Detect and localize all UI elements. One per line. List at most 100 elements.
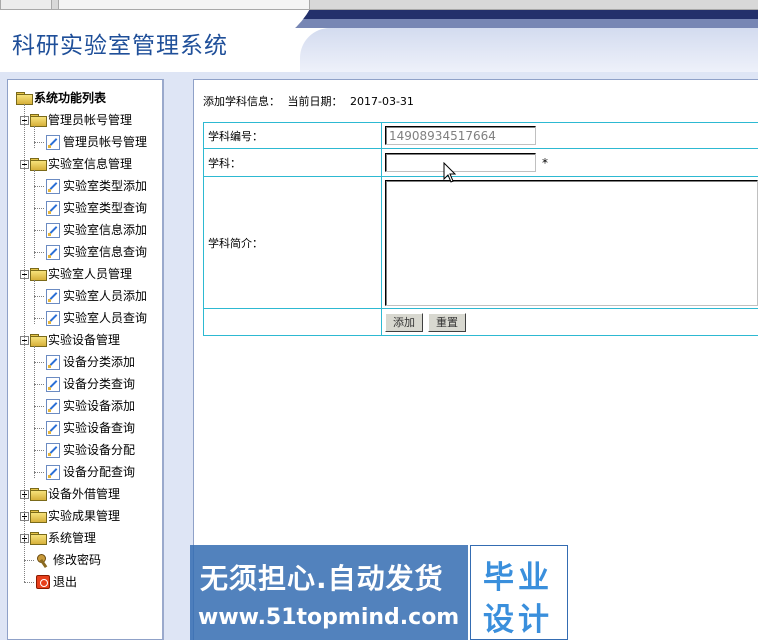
tree-connector-line [34,346,35,478]
watermark-logo-line2: 设计 [483,602,553,638]
sidebar-item-label: 实验室信息查询 [63,245,148,259]
watermark-logo-line1: 毕业 [483,560,553,596]
edit-page-icon [46,464,60,480]
sidebar-item-label: 实验室信息添加 [63,223,148,237]
form-row-name: 学科： * [204,149,758,177]
sidebar-group-label: 系统管理 [48,531,97,545]
sidebar-item-label: 实验室类型添加 [63,179,148,193]
folder-icon [30,158,47,171]
edit-page-icon [46,134,60,150]
browser-tab-active[interactable] [58,0,310,10]
tree-connector-line [34,142,44,143]
header-band-dark [240,10,758,19]
sidebar-group-4[interactable]: 设备外借管理 [20,484,120,504]
sidebar-item-3-0[interactable]: 设备分类添加 [46,352,135,372]
tree-connector-line [34,126,35,148]
sidebar-item-3-3[interactable]: 实验设备查询 [46,418,135,438]
edit-page-icon [46,200,60,216]
actions-cell: 添加 重置 [382,309,758,335]
edit-page-icon [46,420,60,436]
key-icon [36,553,50,568]
folder-icon [30,488,47,501]
tree-connector-line [34,406,44,407]
logout-label: 退出 [53,575,78,589]
sidebar-item-1-0[interactable]: 实验室类型添加 [46,176,147,196]
edit-page-icon [46,310,60,326]
edit-page-icon [46,442,60,458]
sidebar-item-2-1[interactable]: 实验室人员查询 [46,308,147,328]
actions-label-cell [204,309,382,335]
sidebar-item-3-2[interactable]: 实验设备添加 [46,396,135,416]
sidebar-item-2-0[interactable]: 实验室人员添加 [46,286,147,306]
sidebar-item-3-1[interactable]: 设备分类查询 [46,374,135,394]
sidebar-item-logout[interactable]: 退出 [36,572,77,592]
current-date-value: 2017-03-31 [350,95,414,108]
tree-connector-line [34,450,44,451]
tree-connector-line [34,318,44,319]
edit-page-icon [46,398,60,414]
sidebar-group-2[interactable]: 实验室人员管理 [20,264,132,284]
tree-root[interactable]: 系统功能列表 [16,88,106,108]
folder-icon [30,334,47,347]
sidebar-item-0-0[interactable]: 管理员帐号管理 [46,132,147,152]
edit-page-icon [46,354,60,370]
browser-tab-previous[interactable] [0,0,52,10]
sidebar-group-6[interactable]: 系统管理 [20,528,96,548]
subject-intro-textarea[interactable] [385,179,758,306]
watermark-logo-box: 毕业 设计 [470,545,568,640]
subject-code-field[interactable] [385,126,536,145]
sidebar-item-1-2[interactable]: 实验室信息添加 [46,220,147,240]
tree-connector-line [34,384,44,385]
add-button[interactable]: 添加 [385,312,423,332]
sidebar-item-3-4[interactable]: 实验设备分配 [46,440,135,460]
sidebar-item-label: 实验设备分配 [63,443,136,457]
sidebar-item-label: 实验室人员添加 [63,289,148,303]
sidebar-item-label: 实验室人员查询 [63,311,148,325]
tree-connector-line [34,252,44,253]
tree-connector-line [24,560,34,561]
sidebar-nav: 系统功能列表 管理员帐号管理 管理员帐号管理 实验室信息管理 实验室类型添加 实验室类型查… [7,79,164,640]
intro-label: 学科简介： [204,177,382,308]
folder-icon [30,510,47,523]
sidebar-item-1-3[interactable]: 实验室信息查询 [46,242,147,262]
sidebar-item-label: 设备分配查询 [63,465,136,479]
edit-page-icon [46,222,60,238]
sidebar-group-label: 管理员帐号管理 [48,113,133,127]
browser-tab-strip [0,0,758,10]
edit-page-icon [46,288,60,304]
sidebar-item-label: 实验设备添加 [63,399,136,413]
tree-connector-line [34,296,44,297]
name-cell: * [382,149,758,176]
sidebar-item-1-1[interactable]: 实验室类型查询 [46,198,147,218]
sidebar-group-0[interactable]: 管理员帐号管理 [20,110,132,130]
current-date-label: 当前日期： [287,95,343,108]
sidebar-item-3-5[interactable]: 设备分配查询 [46,462,135,482]
sidebar-group-1[interactable]: 实验室信息管理 [20,154,132,174]
edit-page-icon [46,244,60,260]
subject-form-table: 学科编号： 学科： * 学科简介： 添加 重置 [203,122,758,336]
sidebar-group-3[interactable]: 实验设备管理 [20,330,120,350]
header-band-mid [270,19,758,28]
sidebar-group-label: 实验设备管理 [48,333,121,347]
name-label: 学科： [204,149,382,176]
watermark-slogan: 无须担心.自动发货 [200,562,444,595]
header-band-light [300,28,758,72]
tree-connector-line [24,582,34,583]
mouse-cursor-icon [443,162,457,183]
sidebar-group-5[interactable]: 实验成果管理 [20,506,120,526]
sidebar-group-label: 设备外借管理 [48,487,121,501]
tree-connector-line [34,170,35,258]
sidebar-group-label: 实验成果管理 [48,509,121,523]
form-row-intro: 学科简介： [204,177,758,309]
watermark-banner: 无须担心.自动发货 www.51topmind.com 毕业 设计 [190,545,568,640]
sidebar-item-label: 实验室类型查询 [63,201,148,215]
edit-page-icon [46,376,60,392]
subject-name-field[interactable] [385,153,536,172]
change-password-label: 修改密码 [53,553,102,567]
folder-icon [30,532,47,545]
reset-button[interactable]: 重置 [428,312,466,332]
code-label: 学科编号： [204,123,382,148]
tree-connector-line [34,208,44,209]
sidebar-item-label: 实验设备查询 [63,421,136,435]
sidebar-item-change-password[interactable]: 修改密码 [36,550,101,570]
